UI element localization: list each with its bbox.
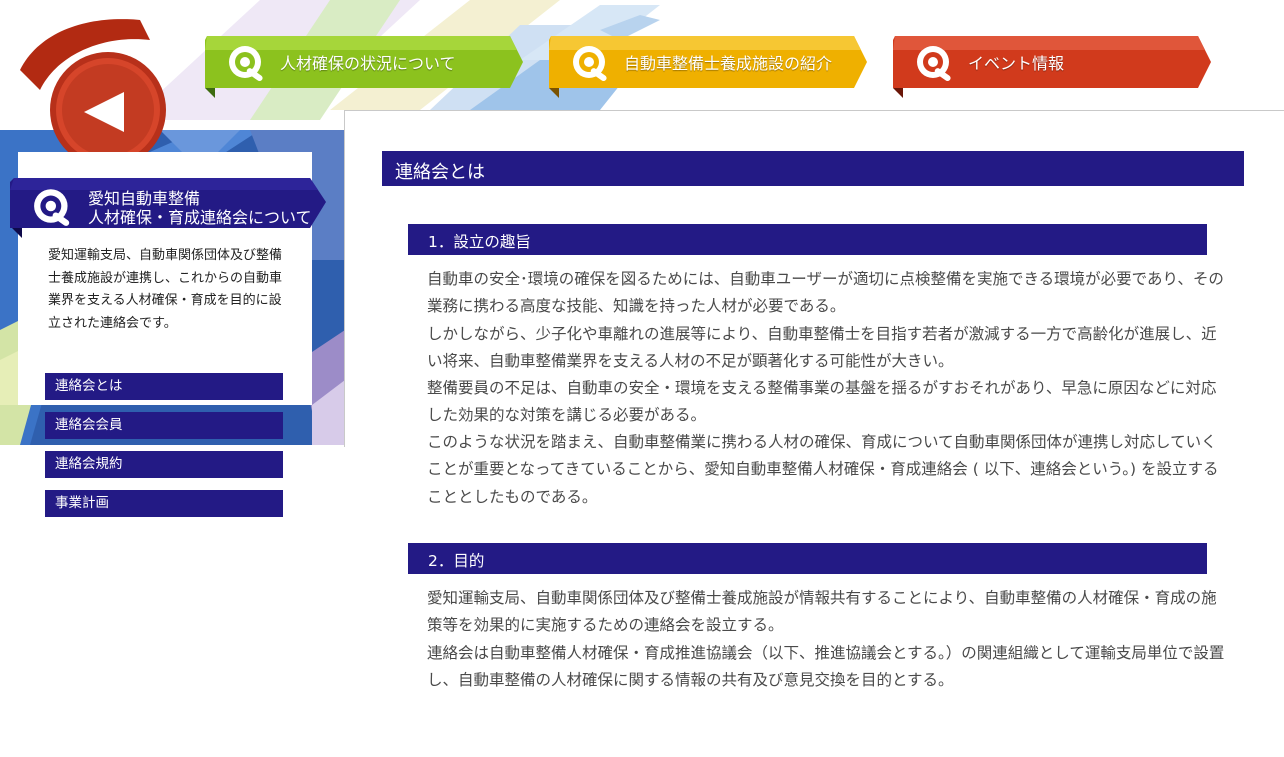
sidebar-title-ribbon: 愛知自動車整備 人材確保・育成連絡会について (10, 178, 328, 238)
page-title: 連絡会とは (395, 162, 485, 183)
page-title-bar: 連絡会とは (382, 151, 1244, 186)
section-heading-bar: 2．目的 (408, 543, 1207, 574)
paragraph: 整備要員の不足は、自動車の安全・環境を支える整備事業の基盤を揺るがすおそれがあり… (427, 379, 1217, 425)
paragraph: 連絡会は自動車整備人材確保・育成推進協議会（以下、推進協議会とする。）の関連組織… (427, 644, 1225, 690)
gear-wrench-icon (34, 189, 70, 226)
nav-item-jinzai[interactable]: 人材確保の状況について (205, 36, 525, 98)
gear-wrench-icon (229, 46, 263, 81)
sidebar-description: 愛知運輸支局、自動車関係団体及び整備士養成施設が連携し、これからの自動車業界を支… (48, 248, 283, 331)
paragraph: このような状況を踏まえ、自動車整備業に携わる人材の確保、育成について自動車関係団… (427, 433, 1219, 506)
paragraph: しかしながら、少子化や車離れの進展等により、自動車整備士を目指す若者が激減する一… (427, 325, 1217, 371)
nav-label: 人材確保の状況について (280, 54, 456, 73)
nav-item-yousei[interactable]: 自動車整備士養成施設の紹介 (549, 36, 869, 98)
nav-item-event[interactable]: イベント情報 (893, 36, 1213, 98)
sidebar-item-plan[interactable]: 事業計画 (45, 490, 283, 517)
section-heading: 2．目的 (428, 552, 485, 570)
paragraph: 愛知運輸支局、自動車関係団体及び整備士養成施設が情報共有することにより、自動車整… (427, 589, 1217, 635)
gear-wrench-icon (573, 46, 607, 81)
section-heading: 1．設立の趣旨 (428, 233, 531, 251)
gear-wrench-icon (917, 46, 951, 81)
nav-label: 自動車整備士養成施設の紹介 (624, 54, 833, 73)
section-heading-bar: 1．設立の趣旨 (408, 224, 1207, 255)
sidebar-item-about[interactable]: 連絡会とは (45, 373, 283, 400)
nav-label: イベント情報 (968, 54, 1065, 73)
sidebar-item-rules[interactable]: 連絡会規約 (45, 451, 283, 478)
sidebar-title-line2: 人材確保・育成連絡会について (88, 208, 312, 227)
sidebar-item-members[interactable]: 連絡会会員 (45, 412, 283, 439)
paragraph: 自動車の安全･環境の確保を図るためには、自動車ユーザーが適切に点検整備を実施でき… (427, 270, 1224, 316)
